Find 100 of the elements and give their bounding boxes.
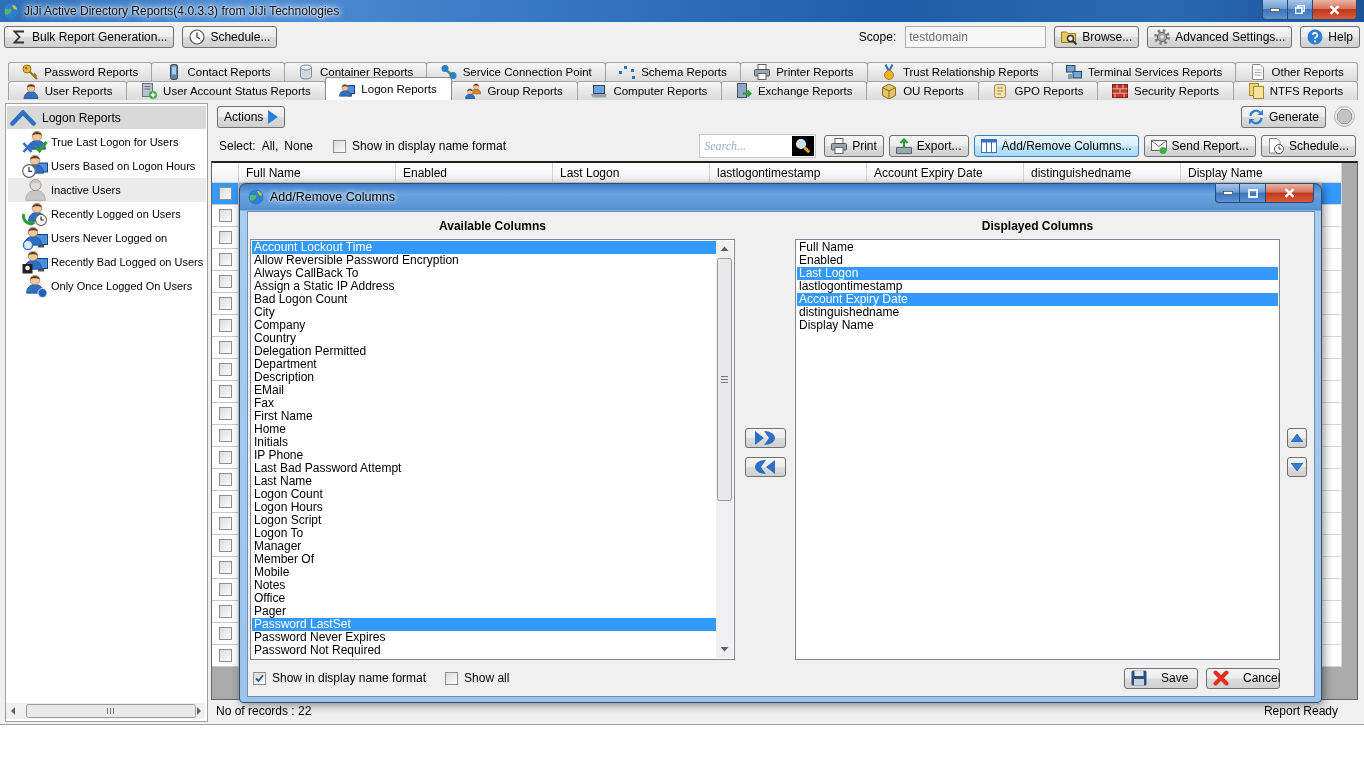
close-button[interactable] xyxy=(1266,184,1314,203)
row-selector[interactable] xyxy=(212,403,239,425)
checkbox[interactable] xyxy=(218,517,232,530)
list-item[interactable]: EMail xyxy=(252,384,716,397)
row-selector[interactable] xyxy=(212,447,239,469)
checkbox[interactable] xyxy=(218,363,232,376)
checkbox[interactable] xyxy=(218,385,232,398)
tab[interactable]: User Account Status Reports xyxy=(126,81,326,100)
checkbox[interactable] xyxy=(218,407,232,420)
maximize-button[interactable] xyxy=(1240,184,1266,203)
checkbox[interactable] xyxy=(218,253,232,266)
list-item[interactable]: Country xyxy=(252,332,716,345)
columns-button[interactable]: Add/Remove Columns... xyxy=(973,135,1139,157)
column-header[interactable]: Last Logon xyxy=(553,163,710,183)
row-selector[interactable] xyxy=(212,205,239,227)
list-item[interactable]: Assign a Static IP Address xyxy=(252,280,716,293)
minimize-button[interactable] xyxy=(1262,0,1288,20)
tab[interactable]: GPO Reports xyxy=(977,81,1099,100)
minimize-button[interactable] xyxy=(1215,184,1240,203)
column-header[interactable]: distinguishedname xyxy=(1024,163,1181,183)
tab[interactable]: Password Reports xyxy=(8,62,153,81)
save-button[interactable]: Save xyxy=(1124,667,1198,689)
sidebar-item[interactable]: Users Never Logged on xyxy=(8,226,206,250)
checkbox[interactable] xyxy=(218,649,232,662)
list-item[interactable]: Notes xyxy=(252,579,716,592)
checkbox[interactable] xyxy=(218,539,232,552)
checkbox[interactable] xyxy=(218,209,232,222)
sidebar-item[interactable]: Only Once Logged On Users xyxy=(8,274,206,298)
list-box[interactable] xyxy=(250,239,735,660)
list-item[interactable]: First Name xyxy=(252,410,716,423)
tab[interactable]: Schema Reports xyxy=(605,62,741,81)
print-button[interactable]: Print xyxy=(824,135,884,157)
checkbox[interactable] xyxy=(218,297,232,310)
checkbox[interactable] xyxy=(218,231,232,244)
row-selector[interactable] xyxy=(212,381,239,403)
row-selector[interactable] xyxy=(212,645,239,667)
checkbox[interactable] xyxy=(218,275,232,288)
row-selector[interactable] xyxy=(212,623,239,645)
tab[interactable]: Computer Reports xyxy=(576,81,723,100)
scrollbar[interactable] xyxy=(716,241,733,658)
list-item[interactable]: Fax xyxy=(252,397,716,410)
checkbox-label[interactable]: Show all xyxy=(464,671,510,685)
checkbox[interactable] xyxy=(218,341,232,354)
checkbox[interactable] xyxy=(218,473,232,486)
list-item[interactable]: Member Of xyxy=(252,553,716,566)
row-selector[interactable] xyxy=(212,601,239,623)
checkbox[interactable] xyxy=(218,583,232,596)
list-item[interactable]: Password Not Required xyxy=(252,644,716,657)
group-header[interactable]: Logon Reports xyxy=(7,106,206,129)
help-button[interactable]: Help xyxy=(1300,26,1360,48)
list-item[interactable]: Description xyxy=(252,371,716,384)
checkbox-label[interactable]: Show in display name format xyxy=(272,671,427,685)
tab[interactable]: Terminal Services Reports xyxy=(1051,62,1237,81)
checkbox[interactable] xyxy=(218,627,232,640)
list-item[interactable]: Logon Hours xyxy=(252,501,716,514)
column-header[interactable]: lastlogontimestamp xyxy=(710,163,867,183)
tab[interactable]: User Reports xyxy=(8,81,128,100)
select-link[interactable]: All, xyxy=(261,139,279,153)
scrollbar[interactable] xyxy=(6,703,205,719)
list-item[interactable]: Allow Reversible Password Encryption xyxy=(252,254,716,267)
sidebar-item[interactable]: Inactive Users xyxy=(8,178,206,202)
column-header[interactable]: Full Name xyxy=(239,163,396,183)
list-item[interactable]: Always CallBack To xyxy=(252,267,716,280)
list-item[interactable]: Logon To xyxy=(252,527,716,540)
list-item[interactable]: lastlogontimestamp xyxy=(797,280,1278,293)
list-item[interactable]: Logon Script xyxy=(252,514,716,527)
list-item[interactable]: Initials xyxy=(252,436,716,449)
list-item[interactable]: Display Name xyxy=(797,319,1278,332)
tab[interactable]: Other Reports xyxy=(1235,62,1358,81)
row-selector[interactable] xyxy=(212,293,239,315)
checkbox[interactable] xyxy=(218,605,232,618)
add-column-button[interactable] xyxy=(744,428,786,448)
tab[interactable]: Contact Reports xyxy=(151,62,285,81)
row-selector[interactable] xyxy=(212,359,239,381)
sidebar-item[interactable]: True Last Logon for Users xyxy=(8,130,206,154)
tab[interactable]: OU Reports xyxy=(866,81,979,100)
tab[interactable]: Printer Reports xyxy=(740,62,868,81)
row-selector[interactable] xyxy=(212,249,239,271)
row-selector[interactable] xyxy=(212,469,239,491)
close-button[interactable] xyxy=(1313,0,1357,20)
list-item[interactable]: Enabled xyxy=(797,254,1278,267)
actions-button[interactable]: Actions xyxy=(217,105,286,128)
list-item[interactable]: City xyxy=(252,306,716,319)
list-item[interactable]: Password Never Expires xyxy=(252,631,716,644)
column-header[interactable]: Account Expiry Date xyxy=(867,163,1024,183)
checkbox[interactable] xyxy=(218,451,232,464)
column-header[interactable]: Enabled xyxy=(396,163,553,183)
select-link[interactable]: None xyxy=(284,139,314,153)
checkbox[interactable] xyxy=(445,671,459,685)
checkbox[interactable] xyxy=(218,561,232,574)
checkbox-label[interactable]: Show in display name format xyxy=(352,139,507,153)
list-item[interactable]: Mobile xyxy=(252,566,716,579)
send-report-button[interactable]: Send Report... xyxy=(1143,135,1256,157)
row-selector[interactable] xyxy=(212,579,239,601)
list-item[interactable]: Department xyxy=(252,358,716,371)
list-item[interactable]: Bad Logon Count xyxy=(252,293,716,306)
checkbox[interactable] xyxy=(218,495,232,508)
tab[interactable]: NTFS Reports xyxy=(1232,81,1358,100)
tab[interactable]: Security Reports xyxy=(1097,81,1234,100)
row-selector[interactable] xyxy=(212,491,239,513)
